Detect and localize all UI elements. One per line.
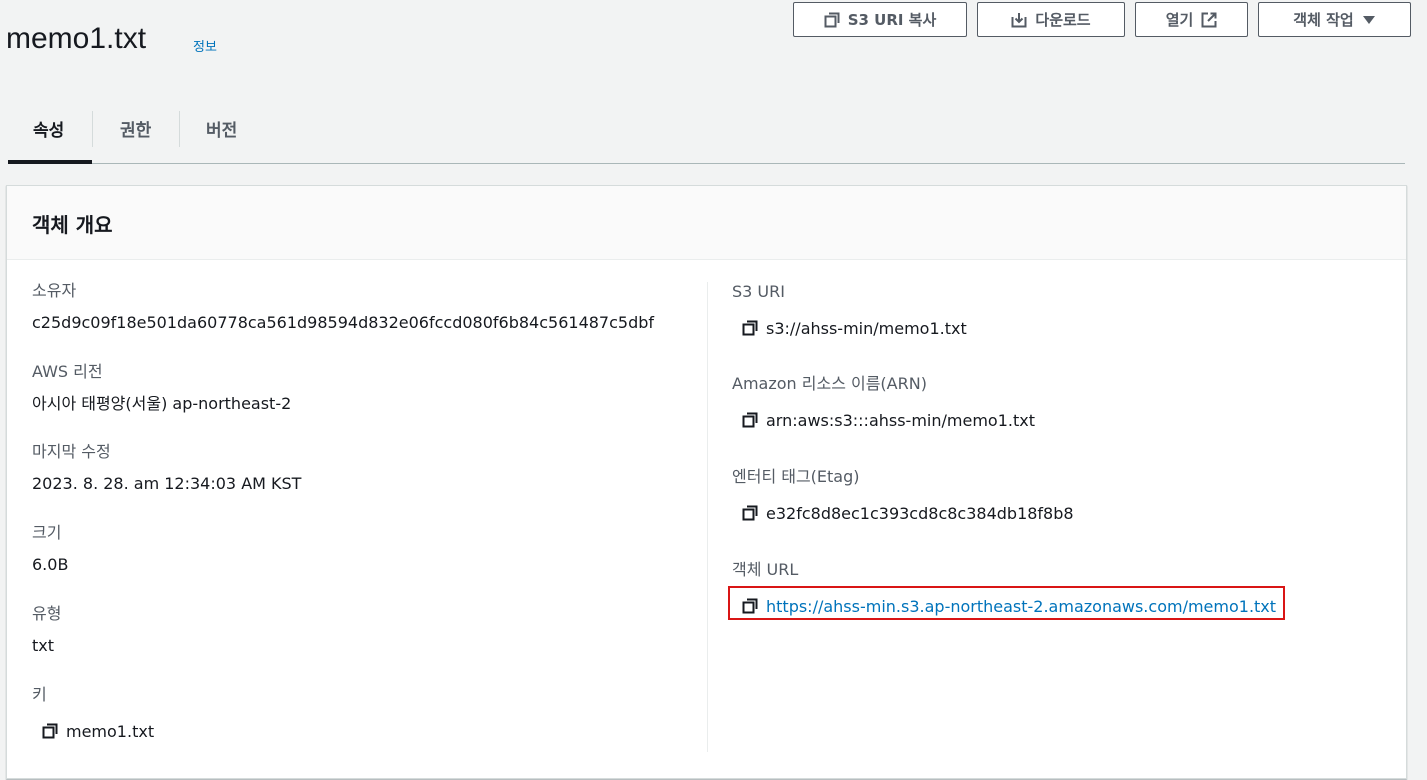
copy-icon[interactable] (42, 723, 58, 739)
key-label: 키 (32, 685, 47, 704)
last-modified-field: 마지막 수정 2023. 8. 28. am 12:34:03 AM KST (32, 440, 301, 496)
owner-label: 소유자 (32, 281, 77, 300)
size-label: 크기 (32, 523, 62, 542)
arn-label: Amazon 리소스 이름(ARN) (732, 374, 927, 393)
size-field: 크기 6.0B (32, 521, 68, 577)
owner-field: 소유자 c25d9c09f18e501da60778ca561d98594d83… (32, 279, 654, 335)
tab-active-indicator (8, 160, 92, 164)
s3-uri-copy-row: s3://ahss-min/memo1.txt (742, 316, 967, 340)
tab-divider (179, 111, 180, 147)
type-label: 유형 (32, 604, 62, 623)
key-copy-row: memo1.txt (42, 719, 154, 743)
type-field: 유형 txt (32, 602, 61, 658)
copy-icon[interactable] (742, 412, 758, 428)
key-value: memo1.txt (66, 721, 155, 741)
object-url-label: 객체 URL (732, 560, 799, 579)
open-button[interactable]: 열기 (1135, 2, 1248, 37)
open-label: 열기 (1165, 11, 1194, 29)
tab-divider (92, 111, 93, 147)
caret-down-icon (1362, 15, 1375, 24)
key-field: 키 memo1.txt (32, 683, 154, 743)
arn-value: arn:aws:s3:::ahss-min/memo1.txt (766, 410, 1035, 430)
type-value: txt (32, 636, 55, 655)
s3-uri-field: S3 URI s3://ahss-min/memo1.txt (732, 280, 967, 340)
download-icon (1011, 12, 1027, 27)
object-actions-label: 객체 작업 (1293, 11, 1354, 29)
copy-icon[interactable] (742, 320, 758, 336)
download-button[interactable]: 다운로드 (977, 2, 1125, 37)
s3-uri-value: s3://ahss-min/memo1.txt (766, 318, 967, 338)
copy-s3-uri-button[interactable]: S3 URI 복사 (793, 2, 967, 37)
column-divider (707, 282, 708, 752)
arn-copy-row: arn:aws:s3:::ahss-min/memo1.txt (742, 408, 1035, 432)
copy-icon[interactable] (742, 505, 758, 521)
size-value: 6.0B (32, 555, 69, 574)
tab-properties[interactable]: 속성 (33, 116, 64, 141)
etag-label: 엔터티 태그(Etag) (732, 467, 860, 486)
etag-value: e32fc8d8ec1c393cd8c8c384db18f8b8 (766, 503, 1074, 523)
region-value: 아시아 태평양(서울) ap-northeast-2 (32, 394, 292, 413)
tab-permissions[interactable]: 권한 (120, 116, 151, 141)
object-actions-button[interactable]: 객체 작업 (1258, 2, 1411, 37)
arn-field: Amazon 리소스 이름(ARN) arn:aws:s3:::ahss-min… (732, 372, 1035, 432)
tab-bar: 속성 권한 버전 (8, 100, 1405, 164)
region-label: AWS 리전 (32, 362, 103, 381)
panel-header: 객체 개요 (7, 186, 1406, 260)
object-overview-panel: 객체 개요 소유자 c25d9c09f18e501da60778ca561d98… (6, 185, 1407, 779)
tab-versions[interactable]: 버전 (206, 116, 237, 141)
last-modified-value: 2023. 8. 28. am 12:34:03 AM KST (32, 474, 302, 493)
download-label: 다운로드 (1035, 11, 1091, 29)
owner-value: c25d9c09f18e501da60778ca561d98594d832e06… (32, 313, 655, 332)
copy-icon (824, 12, 840, 27)
etag-field: 엔터티 태그(Etag) e32fc8d8ec1c393cd8c8c384db1… (732, 465, 1074, 525)
external-link-icon (1201, 12, 1217, 27)
last-modified-label: 마지막 수정 (32, 442, 111, 461)
panel-title: 객체 개요 (32, 213, 113, 237)
s3-uri-label: S3 URI (732, 282, 785, 301)
region-field: AWS 리전 아시아 태평양(서울) ap-northeast-2 (32, 360, 291, 416)
object-url-highlight (728, 586, 1285, 620)
etag-copy-row: e32fc8d8ec1c393cd8c8c384db18f8b8 (742, 501, 1074, 525)
copy-s3-uri-label: S3 URI 복사 (847, 11, 937, 29)
header-toolbar: S3 URI 복사 다운로드 열기 객체 작업 (0, 1, 1427, 41)
